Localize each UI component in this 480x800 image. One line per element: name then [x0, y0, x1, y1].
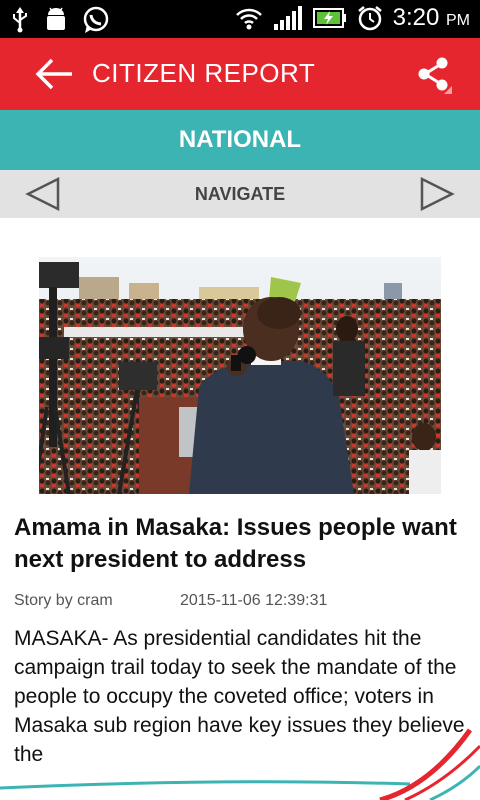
whatsapp-icon	[83, 6, 109, 33]
clock: 3:20 PM	[393, 4, 470, 32]
alarm-icon	[357, 6, 382, 31]
navigate-bar: NAVIGATE	[0, 170, 480, 218]
share-button[interactable]	[416, 56, 452, 94]
status-bar: 3:20 PM	[0, 0, 480, 38]
clock-time: 3:20	[392, 4, 440, 31]
next-article-button[interactable]	[416, 176, 456, 212]
share-icon	[418, 57, 452, 94]
section-title: NATIONAL	[0, 110, 480, 170]
triangle-right-icon	[420, 176, 455, 212]
bottom-swoosh-decoration	[0, 728, 480, 800]
article-date: 2015-11-06 12:39:31	[180, 592, 328, 609]
navigate-label: NAVIGATE	[194, 184, 286, 204]
battery-icon	[312, 8, 346, 28]
android-debug-icon	[47, 7, 65, 30]
rally-photo-image	[39, 257, 441, 494]
wifi-icon	[235, 8, 262, 30]
signal-icon	[273, 6, 302, 30]
notification-icons	[10, 6, 110, 34]
article-byline: Story by cram	[14, 592, 113, 609]
system-icons: 3:20 PM	[235, 4, 470, 32]
back-button[interactable]	[34, 56, 74, 92]
clock-ampm: PM	[446, 12, 470, 29]
app-bar: CITIZEN REPORT	[0, 38, 480, 110]
article-photo[interactable]	[39, 257, 441, 494]
article-headline: Amama in Masaka: Issues people want next…	[14, 514, 457, 573]
app-title: CITIZEN REPORT	[92, 58, 316, 88]
arrow-left-icon	[35, 58, 72, 90]
usb-icon	[13, 7, 27, 33]
